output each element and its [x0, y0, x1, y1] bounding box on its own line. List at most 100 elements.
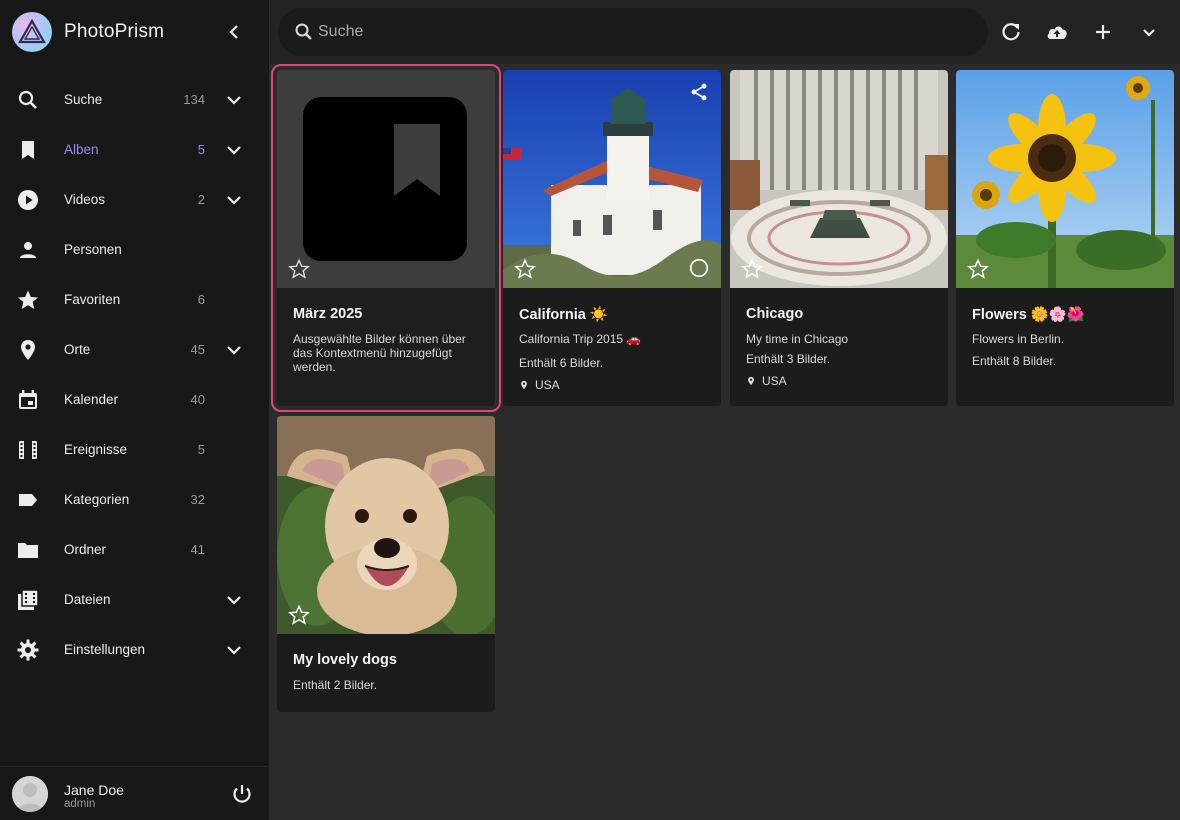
- chevron-down-icon[interactable]: [222, 188, 246, 212]
- search-input[interactable]: [318, 20, 958, 44]
- add-icon[interactable]: [1091, 20, 1115, 44]
- album-card[interactable]: Chicago My time in Chicago Enthält 3 Bil…: [730, 70, 948, 406]
- album-title: März 2025: [293, 306, 363, 322]
- map-pin-icon: [748, 376, 754, 386]
- album-thumbnail[interactable]: [503, 70, 721, 288]
- album-card[interactable]: California ☀️ California Trip 2015 🚗 Ent…: [503, 70, 721, 406]
- photoprism-logo[interactable]: [12, 12, 52, 52]
- album-thumbnail[interactable]: [956, 70, 1174, 288]
- sidebar-item-personen[interactable]: Personen: [0, 225, 269, 275]
- person-icon: [20, 242, 36, 258]
- album-card[interactable]: März 2025 Ausgewählte Bilder können über…: [271, 64, 501, 412]
- play-circle-icon: [18, 190, 38, 210]
- album-title: My lovely dogs: [293, 652, 397, 668]
- sidebar-item-label: Ordner: [64, 542, 107, 557]
- user-account[interactable]: Jane Doe admin: [0, 766, 269, 820]
- map-pin-icon: [521, 380, 527, 390]
- album-description: Enthält 2 Bilder.: [293, 678, 378, 692]
- sidebar-item-label: Ereignisse: [64, 442, 128, 457]
- star-outline-icon[interactable]: [741, 258, 763, 280]
- sidebar-item-label: Personen: [64, 242, 122, 257]
- select-circle-icon[interactable]: [688, 257, 710, 279]
- album-location: USA: [746, 374, 787, 388]
- sidebar-item-label: Dateien: [64, 592, 111, 607]
- bookmark-icon: [22, 141, 34, 159]
- gear-icon: [17, 639, 39, 661]
- sidebar-item-ordner[interactable]: Ordner 41: [0, 525, 269, 575]
- star-outline-icon[interactable]: [288, 258, 310, 280]
- star-outline-icon[interactable]: [288, 604, 310, 626]
- sidebar-item-suche[interactable]: Suche 134: [0, 75, 269, 125]
- sidebar-item-count: 41: [190, 542, 205, 557]
- star-outline-icon[interactable]: [967, 258, 989, 280]
- avatar[interactable]: [12, 776, 48, 812]
- sidebar-item-kategorien[interactable]: Kategorien 32: [0, 475, 269, 525]
- sunflower-photo: [956, 70, 1174, 288]
- sidebar-item-einstellungen[interactable]: Einstellungen: [0, 625, 269, 675]
- album-location: USA: [519, 378, 560, 392]
- album-thumbnail[interactable]: [277, 70, 495, 288]
- sidebar-item-label: Einstellungen: [64, 642, 146, 657]
- collapse-sidebar-icon[interactable]: [222, 20, 246, 44]
- chevron-down-icon[interactable]: [222, 638, 246, 662]
- label-icon: [19, 494, 37, 506]
- star-outline-icon[interactable]: [514, 258, 536, 280]
- chevron-down-icon[interactable]: [222, 88, 246, 112]
- chicago-plaza-photo: [730, 70, 948, 288]
- app-title: PhotoPrism: [64, 21, 165, 42]
- sidebar-item-favoriten[interactable]: Favoriten 6: [0, 275, 269, 325]
- power-icon[interactable]: [230, 782, 254, 806]
- album-photo-count: Enthält 8 Bilder.: [972, 354, 1057, 368]
- sidebar-item-ereignisse[interactable]: Ereignisse 5: [0, 425, 269, 475]
- sidebar-item-label: Alben: [64, 142, 99, 157]
- album-description: Flowers in Berlin.: [972, 332, 1065, 346]
- album-thumbnail[interactable]: [277, 416, 495, 634]
- chevron-down-icon[interactable]: [222, 338, 246, 362]
- album-thumbnail[interactable]: [730, 70, 948, 288]
- folder-icon: [18, 543, 38, 558]
- chevron-down-icon[interactable]: [222, 138, 246, 162]
- refresh-icon[interactable]: [999, 20, 1023, 44]
- album-card[interactable]: Flowers 🌼🌸🌺 Flowers in Berlin. Enthält 8…: [956, 70, 1174, 406]
- album-description: Ausgewählte Bilder können über das Konte…: [293, 332, 466, 374]
- album-title: California ☀️: [519, 307, 608, 323]
- search-icon: [18, 90, 37, 109]
- toolbar: [270, 0, 1180, 64]
- sidebar-item-label: Kategorien: [64, 492, 130, 507]
- album-title: Chicago: [746, 306, 804, 322]
- user-role: admin: [64, 798, 96, 810]
- app-root: PhotoPrism Suche 134 Alben 5 Videos 2 Pe…: [0, 0, 1180, 820]
- sidebar: PhotoPrism Suche 134 Alben 5 Videos 2 Pe…: [0, 0, 270, 820]
- brand: PhotoPrism: [0, 0, 270, 64]
- upload-cloud-icon[interactable]: [1045, 20, 1069, 44]
- dog-photo: [277, 416, 495, 634]
- sidebar-item-dateien[interactable]: Dateien: [0, 575, 269, 625]
- sidebar-item-label: Videos: [64, 192, 106, 207]
- sidebar-item-kalender[interactable]: Kalender 40: [0, 375, 269, 425]
- sidebar-item-label: Orte: [64, 342, 91, 357]
- album-location-text: USA: [535, 378, 560, 392]
- search-bar[interactable]: [278, 8, 988, 56]
- film-icon: [19, 441, 37, 459]
- sidebar-item-alben[interactable]: Alben 5: [0, 125, 269, 175]
- album-location-text: USA: [762, 374, 787, 388]
- sidebar-item-orte[interactable]: Orte 45: [0, 325, 269, 375]
- lighthouse-photo: [503, 70, 721, 288]
- map-pin-icon: [21, 340, 35, 360]
- album-photo-count: Enthält 6 Bilder.: [519, 356, 604, 370]
- sidebar-item-label: Favoriten: [64, 292, 121, 307]
- sidebar-item-count: 45: [190, 342, 205, 357]
- album-card[interactable]: My lovely dogs Enthält 2 Bilder.: [277, 416, 495, 712]
- sidebar-item-count: 5: [197, 142, 205, 157]
- sidebar-item-count: 40: [190, 392, 205, 407]
- share-icon[interactable]: [689, 82, 709, 102]
- sidebar-item-label: Suche: [64, 92, 103, 107]
- album-description: My time in Chicago: [746, 332, 849, 346]
- sidebar-item-videos[interactable]: Videos 2: [0, 175, 269, 225]
- sidebar-item-count: 32: [190, 492, 205, 507]
- chevron-down-icon[interactable]: [222, 588, 246, 612]
- album-photo-count: Enthält 3 Bilder.: [746, 352, 831, 366]
- chevron-down-icon[interactable]: [1137, 20, 1161, 44]
- star-icon: [18, 290, 38, 309]
- calendar-icon: [19, 390, 37, 409]
